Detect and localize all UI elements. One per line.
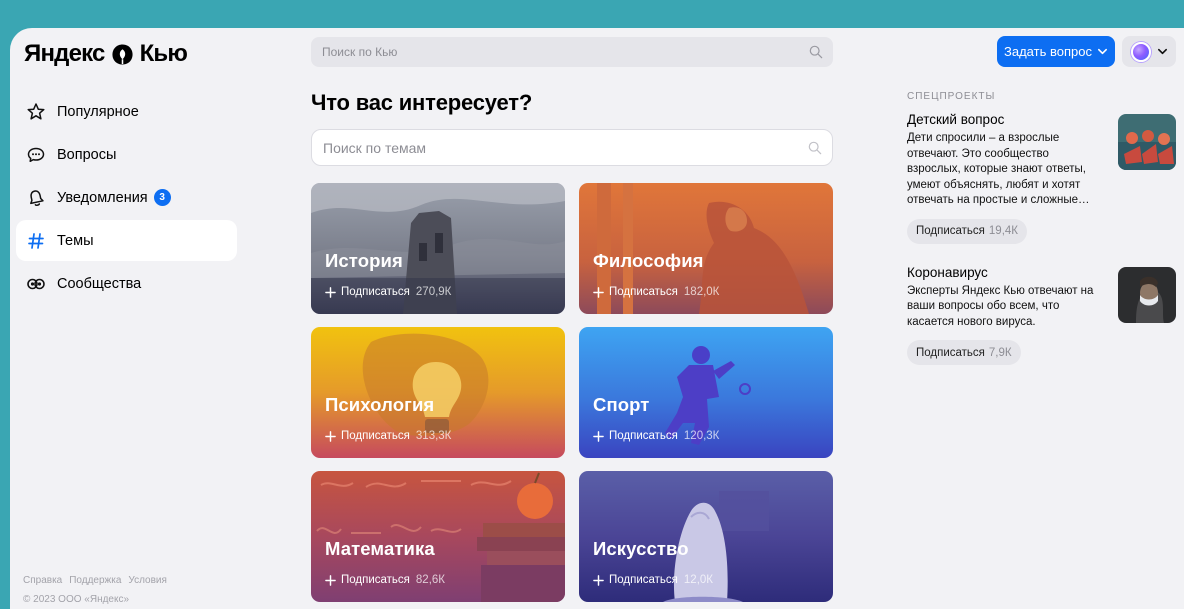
- chevron-down-icon: [1097, 48, 1107, 55]
- project-description: Эксперты Яндекс Кью отвечают на ваши воп…: [907, 284, 1094, 328]
- subscribe-button[interactable]: Подписаться 182,0К: [593, 286, 719, 298]
- chevron-down-icon: [1157, 48, 1167, 55]
- subscribe-button[interactable]: Подписаться 313,3К: [325, 430, 451, 442]
- yandex-q-logo[interactable]: Яндекс Кью: [24, 40, 188, 68]
- community-icon: [26, 274, 46, 294]
- plus-icon: [325, 430, 336, 442]
- ask-question-button[interactable]: Задать вопрос: [997, 36, 1115, 67]
- q-logo-icon: [112, 43, 133, 65]
- page-title: Что вас интересует?: [311, 90, 533, 115]
- subscribe-button[interactable]: Подписаться 270,9К: [325, 286, 451, 298]
- star-outline-icon: [26, 102, 46, 122]
- sidebar-item-label: Уведомления: [57, 189, 148, 206]
- subscribe-label: Подписаться: [916, 346, 985, 359]
- sidebar-item-notifications[interactable]: Уведомления 3: [16, 177, 237, 218]
- special-projects-heading: СПЕЦПРОЕКТЫ: [907, 91, 996, 102]
- plus-icon: [325, 286, 336, 298]
- footer-link-help[interactable]: Справка: [23, 575, 62, 586]
- topic-name: История: [325, 250, 403, 271]
- kids-question-thumbnail: [1118, 114, 1176, 170]
- sidebar-item-label: Популярное: [57, 103, 139, 120]
- topic-card-philosophy[interactable]: Философия Подписаться 182,0К: [579, 183, 833, 314]
- topic-card-math[interactable]: Математика Подписаться 82,6К: [311, 471, 565, 602]
- special-project-kids-question[interactable]: Детский вопрос Дети спросили – а взрослы…: [907, 112, 1177, 244]
- plus-icon: [593, 574, 604, 586]
- subscribe-label: Подписаться: [916, 225, 985, 237]
- topic-name: Математика: [325, 538, 435, 559]
- topics-grid: История Подписаться 270,9К Философия Под…: [311, 183, 833, 602]
- bell-icon: [26, 188, 46, 208]
- subscribe-label: Подписаться: [609, 286, 678, 298]
- topic-name: Философия: [593, 250, 704, 271]
- subscribe-label: Подписаться: [609, 430, 678, 442]
- subscribe-label: Подписаться: [341, 286, 410, 298]
- coronavirus-thumbnail: [1118, 266, 1176, 323]
- sidebar-item-label: Темы: [57, 232, 94, 249]
- footer-link-support[interactable]: Поддержка: [69, 575, 121, 586]
- sidebar-footer: Справка Поддержка Условия © 2023 ООО «Ян…: [23, 575, 167, 605]
- logo-text-left: Яндекс: [24, 40, 105, 67]
- topic-name: Спорт: [593, 394, 650, 415]
- user-menu-button[interactable]: [1122, 36, 1176, 67]
- search-icon: [809, 45, 823, 59]
- subscribe-label: Подписаться: [609, 574, 678, 586]
- special-project-coronavirus[interactable]: Коронавирус Эксперты Яндекс Кью отвечают…: [907, 265, 1177, 365]
- subscribers-count: 12,0К: [683, 574, 713, 586]
- subscribe-button[interactable]: Подписаться 12,0К: [593, 574, 713, 586]
- ask-question-label: Задать вопрос: [1004, 44, 1092, 59]
- subscribers-count: 120,3К: [683, 430, 720, 442]
- global-search-input[interactable]: Поиск по Кью: [311, 37, 833, 67]
- sidebar-item-popular[interactable]: Популярное: [16, 91, 237, 132]
- subscribers-count: 313,3К: [415, 430, 452, 442]
- hash-icon: [26, 231, 46, 251]
- sidebar-item-communities[interactable]: Сообщества: [16, 263, 237, 304]
- topic-search-placeholder: Поиск по темам: [323, 139, 427, 156]
- sidebar-nav: Популярное Вопросы Уведомления 3 Темы Со…: [16, 91, 237, 306]
- subscribers-count: 182,0К: [683, 286, 720, 298]
- notification-count-badge: 3: [153, 189, 171, 206]
- topic-card-sport[interactable]: Спорт Подписаться 120,3К: [579, 327, 833, 458]
- sidebar-item-topics[interactable]: Темы: [16, 220, 237, 261]
- project-description: Дети спросили – а взрослые отвечают. Это…: [907, 132, 1090, 206]
- special-projects: СПЕЦПРОЕКТЫ Детский вопрос Дети спросили…: [907, 91, 1177, 386]
- speech-bubble-icon: [26, 145, 46, 165]
- topic-search-input[interactable]: Поиск по темам: [311, 129, 833, 166]
- app-window: Яндекс Кью Поиск по Кью Задать вопрос По…: [10, 28, 1184, 609]
- subscribe-label: Подписаться: [341, 430, 410, 442]
- global-search-placeholder: Поиск по Кью: [322, 45, 398, 59]
- topic-card-psychology[interactable]: Психология Подписаться 313,3К: [311, 327, 565, 458]
- subscribers-count: 270,9К: [415, 286, 452, 298]
- search-icon: [808, 141, 822, 154]
- plus-icon: [593, 430, 604, 442]
- subscribers-count: 82,6К: [415, 574, 445, 586]
- topic-name: Искусство: [593, 538, 689, 559]
- plus-icon: [325, 574, 336, 586]
- topic-card-history[interactable]: История Подписаться 270,9К: [311, 183, 565, 314]
- footer-links: Справка Поддержка Условия: [23, 575, 167, 586]
- subscribe-label: Подписаться: [341, 574, 410, 586]
- topic-card-art[interactable]: Искусство Подписаться 12,0К: [579, 471, 833, 602]
- topic-name: Психология: [325, 394, 435, 415]
- plus-icon: [593, 286, 604, 298]
- subscribers-count: 7,9К: [988, 346, 1012, 359]
- subscribe-button[interactable]: Подписаться 120,3К: [593, 430, 719, 442]
- sidebar-item-label: Вопросы: [57, 146, 117, 163]
- sidebar-item-questions[interactable]: Вопросы: [16, 134, 237, 175]
- copyright: © 2023 ООО «Яндекс»: [23, 594, 130, 605]
- footer-link-terms[interactable]: Условия: [128, 575, 167, 586]
- sidebar-item-label: Сообщества: [57, 275, 142, 292]
- subscribers-count: 19,4К: [988, 225, 1018, 237]
- project-subscribe-button[interactable]: Подписаться 7,9К: [907, 340, 1021, 365]
- avatar: [1130, 41, 1151, 62]
- logo-text-right: Кью: [139, 40, 188, 67]
- project-subscribe-button[interactable]: Подписаться 19,4К: [907, 218, 1027, 244]
- subscribe-button[interactable]: Подписаться 82,6К: [325, 574, 445, 586]
